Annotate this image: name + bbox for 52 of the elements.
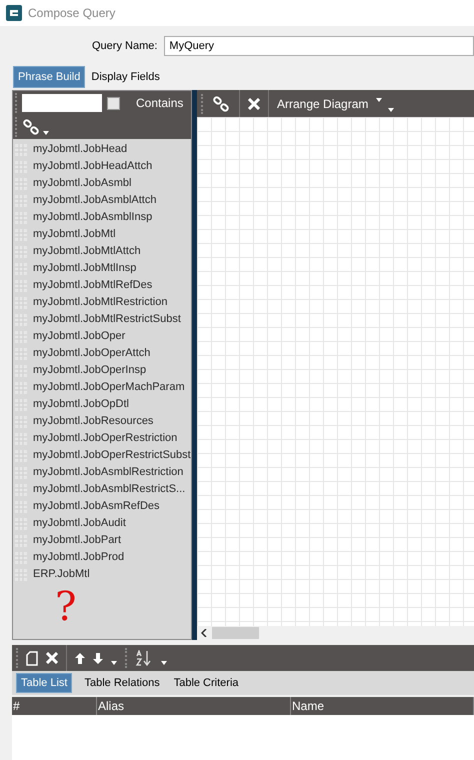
close-icon[interactable] bbox=[248, 98, 260, 110]
table-list-item[interactable]: myJobmtl.JobAsmbl bbox=[13, 175, 191, 192]
tab[interactable]: Display Fields bbox=[87, 66, 164, 88]
contains-checkbox[interactable] bbox=[107, 96, 120, 110]
scroll-left-icon[interactable] bbox=[201, 629, 207, 637]
link-icon bbox=[23, 119, 39, 135]
table-list-item[interactable]: myJobmtl.JobMtlRestrictSubst bbox=[13, 311, 191, 328]
table-list-item[interactable]: myJobmtl.JobMtlRestriction bbox=[13, 294, 191, 311]
table-list-item[interactable]: myJobmtl.JobAsmRefDes bbox=[13, 498, 191, 515]
table-list-item[interactable]: myJobmtl.JobAsmblAttch bbox=[13, 192, 191, 209]
link-icon bbox=[213, 96, 229, 112]
table-list-item[interactable]: myJobmtl.JobOperAttch bbox=[13, 345, 191, 362]
tab[interactable]: Phrase Build bbox=[13, 66, 86, 88]
field-label: Query Name: bbox=[92, 38, 158, 54]
sort-icon[interactable] bbox=[135, 650, 153, 666]
checkbox-label: Contains bbox=[136, 95, 184, 112]
table-list-item[interactable]: myJobmtl.JobOpDtl bbox=[13, 396, 191, 413]
table-list-item[interactable]: myJobmtl.JobHeadAttch bbox=[13, 158, 191, 175]
table-list-item[interactable]: ERP.JobMtl bbox=[13, 566, 191, 583]
caret-icon[interactable] bbox=[161, 661, 167, 665]
delete-icon[interactable] bbox=[46, 652, 58, 664]
table-list-item[interactable]: myJobmtl.JobOperInsp bbox=[13, 362, 191, 379]
new-document-icon[interactable] bbox=[26, 650, 38, 666]
table-list-item[interactable]: myJobmtl.JobAsmblRestrictS... bbox=[13, 481, 191, 498]
table-list-item[interactable]: myJobmtl.JobMtlAttch bbox=[13, 243, 191, 260]
query-name-field[interactable]: MyQuery bbox=[164, 36, 474, 56]
handwritten-annotation: ? bbox=[55, 587, 76, 627]
table-list-item[interactable]: myJobmtl.JobOperRestriction bbox=[13, 430, 191, 447]
table-list-item[interactable]: myJobmtl.JobHead bbox=[13, 141, 191, 158]
table-list-item[interactable]: myJobmtl.JobAsmblInsp bbox=[13, 209, 191, 226]
window-title: Compose Query bbox=[28, 5, 116, 22]
table-list-item[interactable]: myJobmtl.JobAudit bbox=[13, 515, 191, 532]
caret-icon[interactable] bbox=[111, 661, 117, 665]
table-list-item[interactable]: myJobmtl.JobMtlRefDes bbox=[13, 277, 191, 294]
table-list-item[interactable]: myJobmtl.JobOperMachParam bbox=[13, 379, 191, 396]
table-list-item[interactable]: myJobmtl.JobResources bbox=[13, 413, 191, 430]
scrollbar-thumb[interactable] bbox=[212, 627, 259, 639]
table-list-item[interactable]: myJobmtl.JobAsmblRestriction bbox=[13, 464, 191, 481]
table-list-item[interactable]: myJobmtl.JobPart bbox=[13, 532, 191, 549]
app-logo-icon bbox=[6, 5, 22, 21]
arrow-down-icon[interactable] bbox=[93, 652, 103, 664]
table-search-field[interactable] bbox=[22, 94, 102, 112]
tab[interactable]: Table Criteria bbox=[172, 673, 241, 693]
table-list-item[interactable]: myJobmtl.JobOperRestrictSubst bbox=[13, 447, 191, 464]
table-list-item[interactable]: myJobmtl.JobMtlInsp bbox=[13, 260, 191, 277]
table-list-item[interactable]: myJobmtl.JobProd bbox=[13, 549, 191, 566]
tab[interactable]: Table Relations bbox=[82, 673, 162, 693]
tab[interactable]: Table List bbox=[16, 673, 72, 693]
caret-icon[interactable] bbox=[43, 131, 49, 135]
table-list-item[interactable]: myJobmtl.JobOper bbox=[13, 328, 191, 345]
arrow-up-icon[interactable] bbox=[75, 652, 85, 664]
table-list-item[interactable]: myJobmtl.JobMtl bbox=[13, 226, 191, 243]
